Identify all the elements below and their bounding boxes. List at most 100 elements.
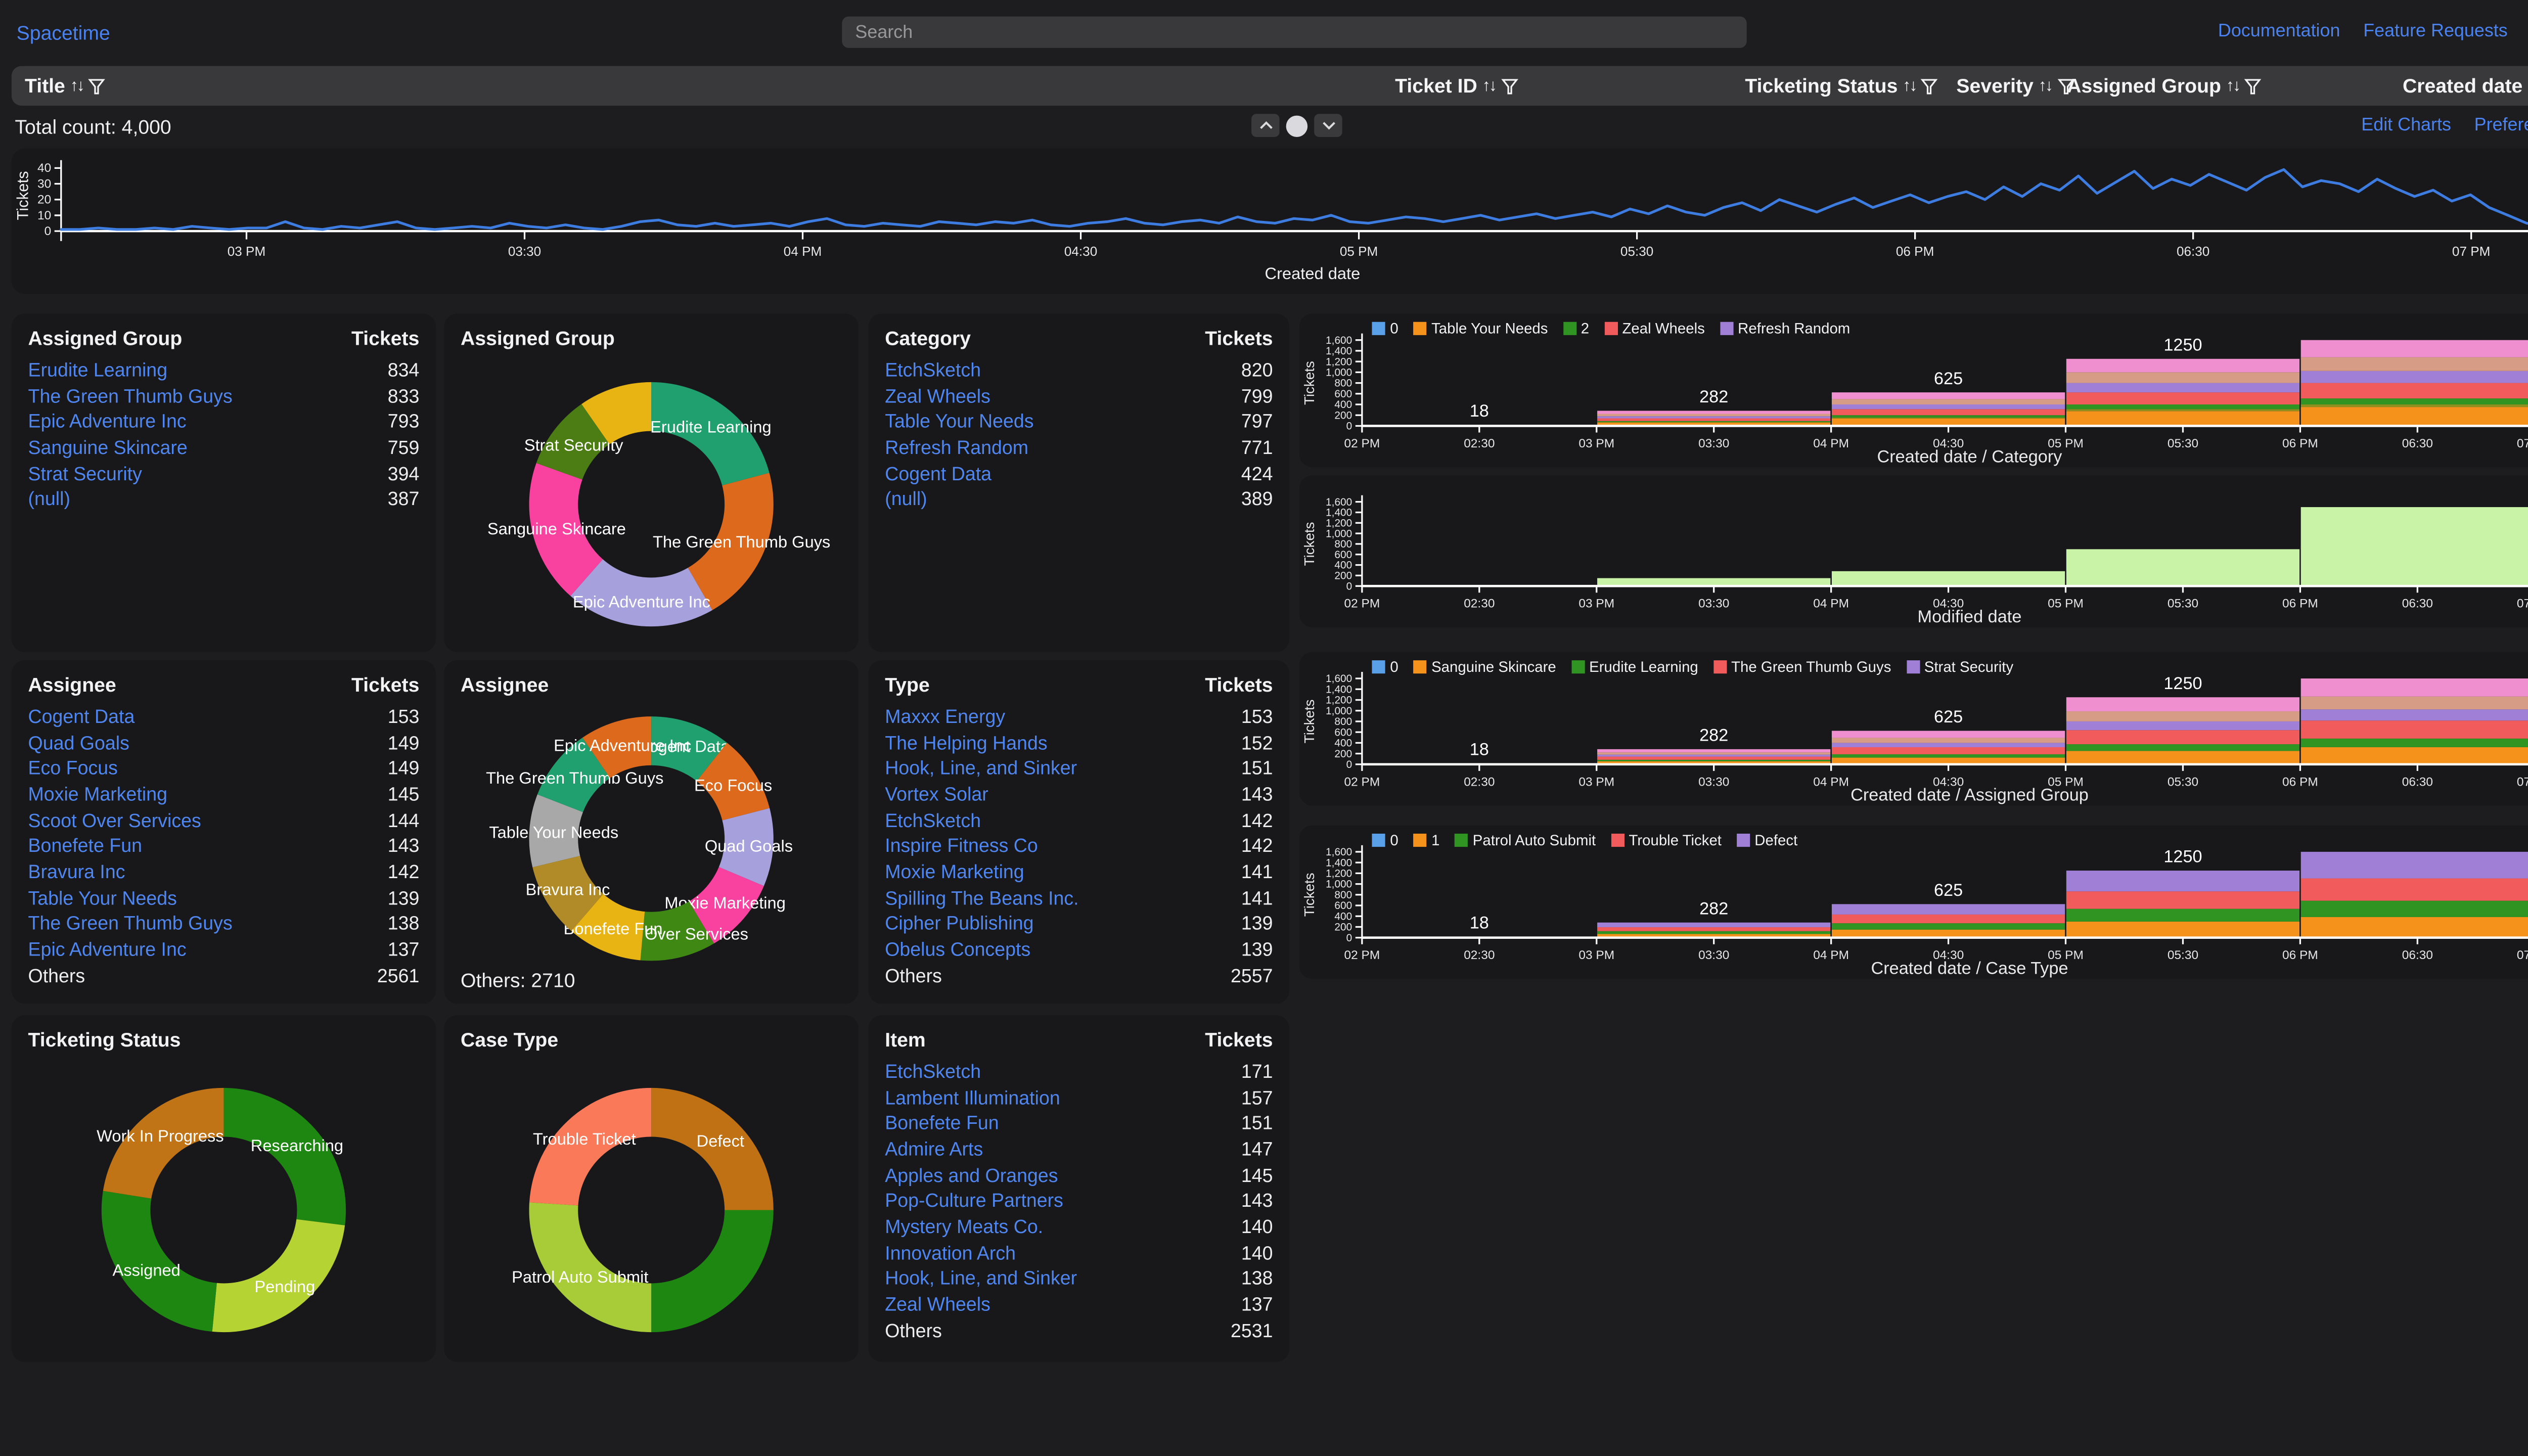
row-link[interactable]: Innovation Arch (885, 1244, 1016, 1264)
row-link[interactable]: Mystery Meats Co. (885, 1218, 1043, 1238)
row-link[interactable]: (null) (885, 491, 927, 511)
legend-swatch (1372, 660, 1385, 673)
row-link[interactable]: Moxie Marketing (885, 863, 1024, 883)
row-link[interactable]: Table Your Needs (28, 889, 177, 909)
sort-icon[interactable]: ↑↓ (1482, 77, 1496, 95)
link-feature-requests[interactable]: Feature Requests (2363, 21, 2508, 41)
sort-icon[interactable]: ↑↓ (2226, 77, 2239, 95)
row-link[interactable]: (null) (28, 491, 70, 511)
row-value: 797 (1241, 413, 1273, 433)
svg-text:04:30: 04:30 (1064, 244, 1097, 259)
panel-title: Assignee (461, 673, 549, 697)
sort-icon[interactable]: ↑↓ (1903, 77, 1916, 95)
filter-icon[interactable] (1921, 77, 1939, 95)
filter-icon[interactable] (88, 77, 107, 95)
row-link[interactable]: Cipher Publishing (885, 915, 1033, 935)
row-link[interactable]: The Helping Hands (885, 734, 1047, 754)
row-value: 834 (388, 361, 420, 381)
row-link[interactable]: Bonefete Fun (885, 1115, 999, 1134)
row-link[interactable]: Scoot Over Services (28, 811, 201, 831)
column-header-severity[interactable]: Severity ↑↓ (1956, 66, 2074, 106)
row-link[interactable]: EtchSketch (885, 811, 981, 831)
svg-text:625: 625 (1934, 707, 1963, 726)
table-row: EtchSketch171 (885, 1060, 1273, 1085)
row-link[interactable]: Bravura Inc (28, 863, 125, 883)
collapse-up-button[interactable] (1251, 114, 1280, 137)
row-link[interactable]: Obelus Concepts (885, 941, 1030, 961)
row-link[interactable]: Epic Adventure Inc (28, 941, 187, 961)
chart-title: Created date / Assigned Group (1362, 786, 2528, 805)
row-link[interactable]: Eco Focus (28, 760, 118, 780)
pager-dot-button[interactable] (1286, 115, 1307, 136)
svg-text:0: 0 (1346, 932, 1352, 944)
search-input[interactable] (842, 17, 1746, 48)
chart-legend: 01Patrol Auto SubmitTrouble TicketDefect (1372, 832, 1797, 849)
svg-text:Tickets: Tickets (1301, 522, 1317, 566)
row-link[interactable]: Sanguine Skincare (28, 439, 188, 459)
row-link[interactable]: The Green Thumb Guys (28, 387, 233, 407)
column-label: Ticketing Status (1745, 74, 1898, 98)
row-link[interactable]: Maxxx Energy (885, 708, 1005, 727)
brand-link[interactable]: Spacetime (17, 21, 110, 44)
top-bar: Spacetime Documentation Feature Requests… (0, 0, 2528, 66)
column-header-assigned-group[interactable]: Assigned Group ↑↓ (2067, 66, 2262, 106)
svg-text:Eco Focus: Eco Focus (694, 776, 772, 795)
table-row: Hook, Line, and Sinker138 (885, 1267, 1273, 1293)
filter-icon[interactable] (1501, 77, 1519, 95)
legend-swatch (1413, 660, 1426, 673)
row-link[interactable]: EtchSketch (885, 361, 981, 381)
column-header-ticketing-status[interactable]: Ticketing Status ↑↓ (1745, 66, 1939, 106)
row-link[interactable]: Inspire Fitness Co (885, 837, 1038, 857)
edit-charts-link[interactable]: Edit Charts (2361, 116, 2451, 135)
row-link[interactable]: The Green Thumb Guys (28, 915, 233, 935)
filter-icon[interactable] (2244, 77, 2263, 95)
panel-title: Assignee (28, 673, 116, 697)
row-link[interactable]: Refresh Random (885, 439, 1028, 459)
legend-item: 1 (1413, 832, 1439, 849)
svg-text:1250: 1250 (2163, 674, 2202, 693)
row-value: 147 (1241, 1141, 1273, 1160)
link-documentation[interactable]: Documentation (2218, 21, 2340, 41)
column-header-title[interactable]: Title ↑↓ (25, 66, 106, 106)
svg-text:600: 600 (1334, 388, 1352, 400)
svg-text:1250: 1250 (2163, 847, 2202, 867)
row-link[interactable]: Table Your Needs (885, 413, 1033, 433)
row-link[interactable]: Apples and Oranges (885, 1166, 1058, 1186)
row-link[interactable]: Cogent Data (28, 708, 135, 727)
row-link[interactable]: Zeal Wheels (885, 1296, 990, 1315)
row-link[interactable]: Admire Arts (885, 1141, 983, 1160)
row-link[interactable]: Hook, Line, and Sinker (885, 760, 1077, 780)
svg-text:200: 200 (1334, 570, 1352, 582)
legend-label: Patrol Auto Submit (1473, 832, 1596, 849)
svg-text:600: 600 (1334, 549, 1352, 561)
row-link[interactable]: Zeal Wheels (885, 387, 990, 407)
row-link[interactable]: Erudite Learning (28, 361, 168, 381)
svg-text:0: 0 (1346, 759, 1352, 770)
row-link[interactable]: Pop-Culture Partners (885, 1192, 1063, 1212)
row-link[interactable]: Bonefete Fun (28, 837, 143, 857)
row-link[interactable]: Moxie Marketing (28, 786, 168, 805)
collapse-down-button[interactable] (1314, 114, 1342, 137)
row-link[interactable]: Epic Adventure Inc (28, 413, 187, 433)
row-link[interactable]: Vortex Solar (885, 786, 988, 805)
assignee-rows: Cogent Data153Quad Goals149Eco Focus149M… (12, 702, 436, 990)
case-type-donut-chart: DefectPatrol Auto SubmitTrouble Ticket (444, 1052, 859, 1362)
sort-icon[interactable]: ↑↓ (70, 77, 83, 95)
sort-icon[interactable]: ↑↓ (2039, 77, 2052, 95)
row-link[interactable]: Spilling The Beans Inc. (885, 889, 1078, 909)
row-value: 389 (1241, 491, 1273, 511)
column-header-ticket-id[interactable]: Ticket ID ↑↓ (1395, 66, 1518, 106)
column-header-created-date[interactable]: Created date ↑↓ (2403, 66, 2528, 106)
row-link[interactable]: Cogent Data (885, 465, 991, 484)
row-link[interactable]: Lambent Illumination (885, 1089, 1060, 1109)
row-link[interactable]: Strat Security (28, 465, 142, 484)
row-link[interactable]: EtchSketch (885, 1063, 981, 1082)
assigned-group-donut-chart: Erudite LearningThe Green Thumb GuysEpic… (444, 350, 859, 652)
row-value: 157 (1241, 1089, 1273, 1109)
preferences-link[interactable]: Preferences (2474, 116, 2528, 135)
svg-text:200: 200 (1334, 748, 1352, 760)
row-link[interactable]: Hook, Line, and Sinker (885, 1270, 1077, 1290)
row-link[interactable]: Quad Goals (28, 734, 129, 754)
column-label: Severity (1956, 74, 2034, 98)
row-value: 137 (1241, 1296, 1273, 1315)
